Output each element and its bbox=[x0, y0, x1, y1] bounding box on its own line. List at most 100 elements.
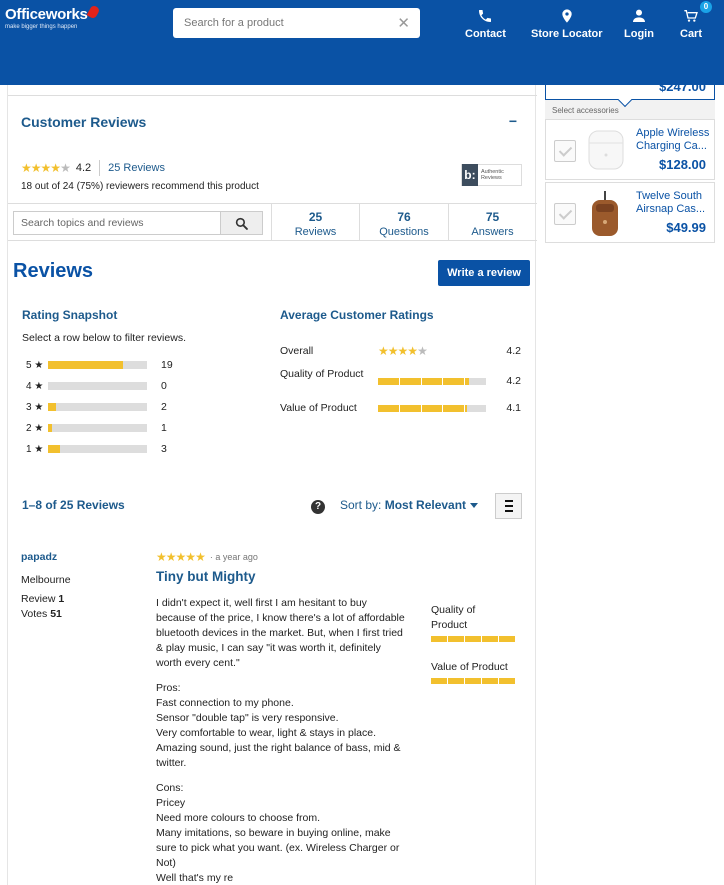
review-author[interactable]: papadz bbox=[21, 551, 57, 563]
review-paragraph: I didn't expect it, well first I am hesi… bbox=[156, 597, 405, 669]
reviews-heading: Reviews bbox=[13, 260, 94, 282]
section-divider bbox=[8, 95, 537, 96]
collapse-reviews-button[interactable]: − bbox=[509, 113, 517, 129]
product-search-input[interactable] bbox=[173, 8, 383, 38]
rating-segment-bar bbox=[431, 678, 515, 684]
customer-reviews-title: Customer Reviews bbox=[21, 114, 147, 130]
accessory-name[interactable]: Twelve South Airsnap Cas... bbox=[636, 190, 714, 216]
rating-segment-fill bbox=[399, 405, 421, 412]
nav-contact[interactable]: Contact bbox=[465, 8, 506, 40]
write-review-button[interactable]: Write a review bbox=[438, 260, 530, 286]
review-location: Melbourne bbox=[21, 574, 71, 586]
accessory-card[interactable]: Twelve South Airsnap Cas... $49.99 bbox=[545, 182, 715, 243]
stat-count: 75 bbox=[485, 210, 500, 224]
rating-segment bbox=[378, 405, 400, 412]
rating-filter-row[interactable]: 1 ★ 3 bbox=[26, 442, 167, 456]
stat-count: 25 bbox=[308, 210, 323, 224]
star-filled-icon: ★ bbox=[387, 344, 399, 358]
star-empty-icon: ★ bbox=[60, 161, 71, 175]
review-paragraph: Pros: Fast connection to my phone. Sensor … bbox=[156, 682, 401, 769]
charging-case-image bbox=[588, 130, 624, 170]
accessory-name[interactable]: Apple Wireless Charging Ca... bbox=[636, 127, 714, 153]
rating-segment-fill bbox=[443, 378, 465, 385]
average-rating-value: 4.2 bbox=[506, 375, 521, 387]
rating-segment bbox=[499, 678, 515, 684]
stat-label: Questions bbox=[379, 226, 429, 238]
site-header: Officeworks make bigger things happen ✕ … bbox=[0, 0, 724, 85]
user-icon bbox=[632, 9, 645, 22]
review-date: · a year ago bbox=[209, 552, 258, 562]
product-price-card: $247.00 bbox=[545, 79, 715, 108]
clear-search-icon[interactable]: ✕ bbox=[397, 14, 410, 32]
rating-segment bbox=[399, 378, 422, 385]
star-filled-icon: ★ bbox=[30, 161, 42, 175]
review-body: I didn't expect it, well first I am hesi… bbox=[156, 596, 408, 885]
rating-segment bbox=[482, 678, 499, 684]
rating-segment-fill bbox=[421, 378, 443, 385]
rating-filter-bar-fill bbox=[48, 403, 56, 411]
average-rating-label: Value of Product bbox=[280, 402, 357, 414]
rating-segment-bar bbox=[378, 405, 486, 412]
rating-segment-fill bbox=[399, 378, 421, 385]
stat-reviews[interactable]: 25 Reviews bbox=[271, 204, 359, 240]
leather-case-image bbox=[592, 191, 618, 236]
search-icon bbox=[235, 217, 248, 230]
rating-filter-count: 2 bbox=[161, 401, 167, 413]
review-rating: ★★★★★ · a year ago bbox=[156, 551, 258, 563]
stat-questions[interactable]: 76 Questions bbox=[359, 204, 448, 240]
rating-filter-bar-fill bbox=[48, 445, 60, 453]
review-rating-item: Value of Product bbox=[431, 660, 521, 684]
product-search: ✕ bbox=[173, 8, 420, 38]
rating-segment bbox=[421, 405, 444, 412]
stat-label: Answers bbox=[471, 226, 514, 238]
rating-snapshot-subtitle: Select a row below to filter reviews. bbox=[22, 332, 186, 344]
review-rating-label: Quality of Product bbox=[431, 604, 476, 631]
summary-separator bbox=[99, 160, 101, 176]
rating-segment bbox=[443, 405, 466, 412]
sort-dropdown[interactable]: Sort by: Most Relevant bbox=[340, 498, 479, 512]
filter-menu-button[interactable] bbox=[495, 493, 522, 519]
star-filled-icon: ★ bbox=[195, 550, 206, 564]
rating-filter-bar bbox=[48, 382, 147, 390]
review-search-input[interactable] bbox=[14, 212, 220, 234]
rating-filter-count: 1 bbox=[161, 422, 167, 434]
nav-store-locator-label: Store Locator bbox=[531, 28, 603, 40]
accessory-card[interactable]: Apple Wireless Charging Ca... $128.00 bbox=[545, 119, 715, 180]
review-search-button[interactable] bbox=[220, 212, 262, 234]
rating-summary: ★★★★★ 4.2 25 Reviews bbox=[21, 160, 165, 176]
authentic-reviews-badge: b: Authentic Reviews bbox=[461, 164, 522, 186]
rating-segment-fill bbox=[421, 405, 443, 412]
average-rating-value: 4.1 bbox=[506, 402, 521, 414]
rating-snapshot-title: Rating Snapshot bbox=[22, 308, 118, 322]
overall-stars: ★★★★★ bbox=[378, 344, 428, 358]
rating-segment bbox=[465, 678, 482, 684]
rating-filter-label: 3 ★ bbox=[26, 401, 44, 413]
rating-segment bbox=[399, 405, 422, 412]
accessory-checkbox[interactable] bbox=[554, 140, 576, 162]
rating-filter-row[interactable]: 4 ★ 0 bbox=[26, 379, 167, 393]
nav-cart[interactable]: Cart bbox=[680, 8, 702, 40]
reviews-count-link[interactable]: 25 Reviews bbox=[108, 162, 165, 174]
nav-store-locator[interactable]: Store Locator bbox=[531, 8, 603, 40]
accessory-checkbox[interactable] bbox=[554, 203, 576, 225]
average-rating-label: Quality of Product bbox=[280, 368, 364, 380]
rating-filter-row[interactable]: 5 ★ 19 bbox=[26, 358, 173, 372]
rating-segment bbox=[482, 636, 499, 642]
stat-count: 76 bbox=[397, 210, 411, 224]
rating-segment bbox=[448, 678, 465, 684]
phone-icon bbox=[479, 10, 492, 22]
rating-segment bbox=[443, 378, 466, 385]
rating-filter-row[interactable]: 3 ★ 2 bbox=[26, 400, 167, 414]
nav-login[interactable]: Login bbox=[624, 8, 654, 40]
officeworks-logo[interactable]: Officeworks make bigger things happen bbox=[5, 4, 100, 30]
rating-filter-count: 0 bbox=[161, 380, 167, 392]
brand-tagline: make bigger things happen bbox=[5, 24, 78, 30]
product-price: $247.00 bbox=[659, 79, 706, 94]
stat-answers[interactable]: 75 Answers bbox=[448, 204, 536, 240]
sort-value: Most Relevant bbox=[384, 498, 467, 512]
rating-filter-bar-fill bbox=[48, 361, 124, 369]
rating-filter-row[interactable]: 2 ★ 1 bbox=[26, 421, 167, 435]
review-rating-item: Quality of Product bbox=[431, 603, 521, 642]
overall-value: 4.2 bbox=[506, 345, 521, 357]
help-icon[interactable]: ? bbox=[311, 500, 325, 514]
